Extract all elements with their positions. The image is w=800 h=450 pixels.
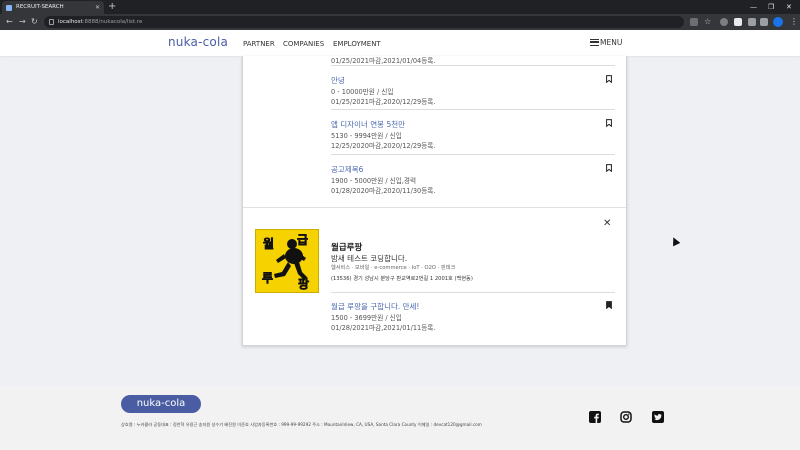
mouse-cursor <box>669 235 681 247</box>
company-logo[interactable]: 월 급 루 팡 <box>255 229 319 293</box>
posting-salary: 1900 - 5000만원 / 신입,경력 <box>331 177 417 185</box>
site-footer: nuka-cola 상호명 : 누카콜라 공동대표 : 정찬혁 유용근 송지원 … <box>0 386 800 450</box>
logo-char: 루 <box>262 271 273 285</box>
info-icon[interactable] <box>49 19 54 25</box>
close-icon[interactable]: ✕ <box>603 218 611 229</box>
logo-char: 월 <box>263 236 274 251</box>
browser-menu-icon[interactable]: ⋮ <box>790 14 798 30</box>
company-name[interactable]: 월급루팡 <box>331 241 362 253</box>
window-close-button[interactable]: ✕ <box>786 0 792 14</box>
bookmark-icon[interactable] <box>606 119 612 127</box>
bookmark-filled-icon[interactable] <box>606 301 612 309</box>
posting-salary: 0 - 10000만원 / 신입 <box>331 88 394 96</box>
maximize-button[interactable]: ❐ <box>768 0 774 14</box>
list-item[interactable]: 공고제목6 1900 - 5000만원 / 신입,경력 01/28/2020마감… <box>331 156 615 200</box>
translate-icon[interactable] <box>690 18 698 26</box>
list-item[interactable]: 앱 디자이너 연봉 5천만 5130 - 9994만원 / 신입 12/25/2… <box>331 111 615 155</box>
company-logo-image: 월 급 루 팡 <box>262 233 310 292</box>
facebook-icon[interactable] <box>589 411 601 423</box>
extension-icon[interactable] <box>760 18 768 26</box>
back-icon[interactable]: ← <box>6 14 13 30</box>
posting-title[interactable]: 공고제목6 <box>331 164 363 175</box>
browser-tab-title: RECRUIT-SEARCH <box>16 4 64 10</box>
menu-label: MENU <box>600 38 623 47</box>
company-tags: 웹서비스 · 모바일 · e-commerce · IoT · O2O · 핀테… <box>331 265 456 271</box>
extension-icon[interactable] <box>720 18 728 26</box>
company-address: (13536) 경기 성남시 분당구 판교역로2번길 1 2001호 (백현동) <box>331 276 473 282</box>
browser-tab[interactable]: RECRUIT-SEARCH ✕ <box>2 1 104 14</box>
hamburger-icon <box>590 39 599 46</box>
list-item[interactable]: 01/25/2021마감,2021/01/04등록. <box>331 56 615 66</box>
extension-icon[interactable] <box>734 18 742 26</box>
list-item[interactable]: 안녕 0 - 10000만원 / 신입 01/25/2021마감,2020/12… <box>331 67 615 110</box>
posting-salary: 1500 - 3699만원 / 신입 <box>331 314 402 322</box>
bookmark-icon[interactable] <box>606 164 612 172</box>
url-host: localhost <box>58 19 83 25</box>
recruit-list-panel: 01/25/2021마감,2021/01/04등록. 안녕 0 - 10000만… <box>242 56 627 346</box>
browser-tab-bar: RECRUIT-SEARCH ✕ + — ❐ ✕ <box>0 0 800 14</box>
forward-icon[interactable]: → <box>19 14 26 30</box>
browser-toolbar: ← → ↻ localhost:8888/nukacola/list.re ☆ … <box>0 14 800 30</box>
puzzle-icon[interactable] <box>748 18 756 26</box>
section-divider <box>243 207 626 208</box>
address-bar[interactable]: localhost:8888/nukacola/list.re <box>44 16 684 28</box>
posting-dates: 01/25/2021마감,2021/01/04등록. <box>331 57 436 65</box>
site-logo[interactable]: nuka-cola <box>168 35 228 49</box>
new-tab-button[interactable]: + <box>108 0 116 14</box>
site-header: nuka-cola PARTNER COMPANIES EMPLOYMENT M… <box>0 30 800 56</box>
posting-dates: 01/28/2021마감,2021/01/11등록. <box>331 324 436 332</box>
footer-logo[interactable]: nuka-cola <box>121 395 201 413</box>
nav-partner[interactable]: PARTNER <box>243 40 275 48</box>
nav-employment[interactable]: EMPLOYMENT <box>333 40 381 48</box>
company-description: 밤새 테스트 코딩합니다. <box>331 254 408 263</box>
reload-icon[interactable]: ↻ <box>31 14 38 30</box>
posting-title[interactable]: 월급 루팡을 구합니다. 만세! <box>331 301 419 312</box>
minimize-button[interactable]: — <box>750 0 757 14</box>
posting-title[interactable]: 안녕 <box>331 75 345 86</box>
instagram-icon[interactable] <box>620 411 632 423</box>
favicon-icon <box>6 4 12 11</box>
twitter-icon[interactable] <box>652 411 664 423</box>
menu-button[interactable]: MENU <box>590 38 622 47</box>
nav-companies[interactable]: COMPANIES <box>283 40 324 48</box>
posting-dates: 01/25/2021마감,2020/12/29등록. <box>331 98 436 106</box>
tab-close-icon[interactable]: ✕ <box>95 1 100 14</box>
footer-company-info: 상호명 : 누카콜라 공동대표 : 정찬혁 유용근 송지원 성수기 배진원 이준… <box>121 422 482 427</box>
url-path: :8888/nukacola/list.re <box>82 19 143 25</box>
logo-char: 급 <box>297 233 308 247</box>
bookmark-icon[interactable] <box>606 75 612 83</box>
posting-title[interactable]: 앱 디자이너 연봉 5천만 <box>331 119 405 130</box>
posting-dates: 12/25/2020마감,2020/12/29등록. <box>331 142 436 150</box>
list-item[interactable]: 월급 루팡을 구합니다. 만세! 1500 - 3699만원 / 신입 01/2… <box>331 293 615 338</box>
star-icon[interactable]: ☆ <box>704 18 712 26</box>
posting-salary: 5130 - 9994만원 / 신입 <box>331 132 402 140</box>
posting-dates: 01/28/2020마감,2020/11/30등록. <box>331 187 436 195</box>
profile-avatar[interactable] <box>773 17 783 27</box>
